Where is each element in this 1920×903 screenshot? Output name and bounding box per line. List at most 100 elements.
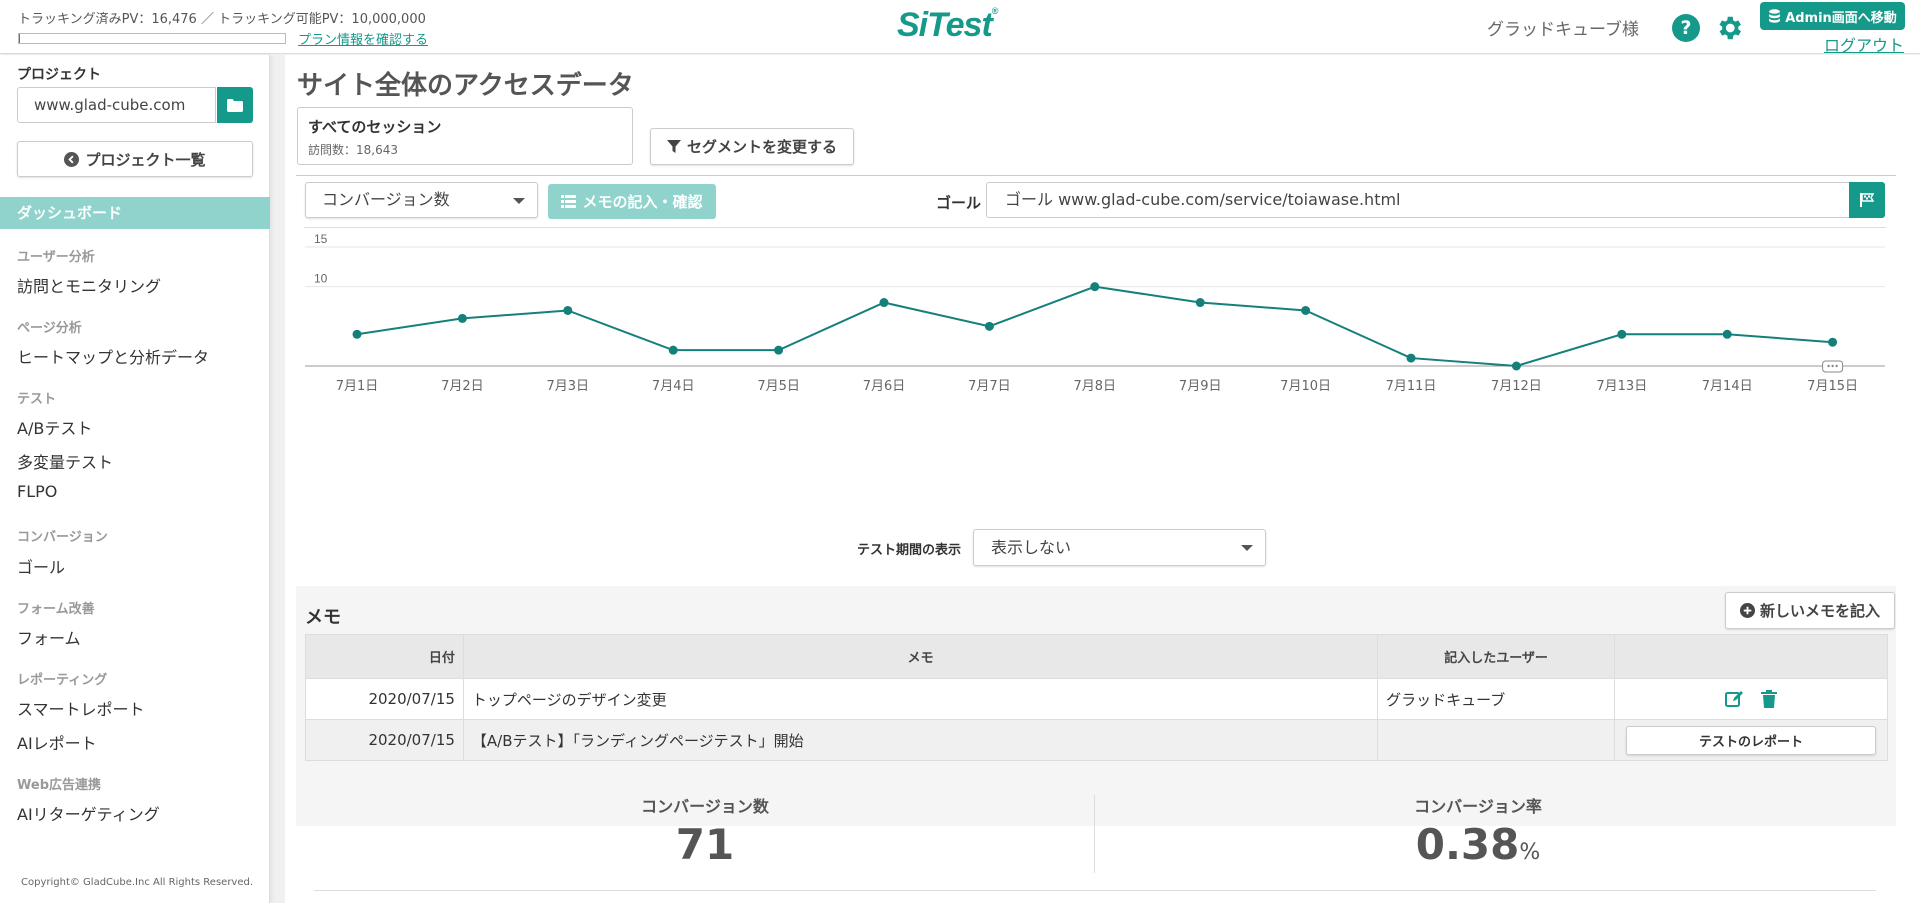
memo-date: 2020/07/15: [305, 678, 464, 720]
x-tick-label: 7月7日: [968, 379, 1011, 394]
table-row: 2020/07/15 トップページのデザイン変更 グラッドキューブ: [305, 678, 1888, 720]
folder-button[interactable]: [217, 87, 253, 123]
y-tick-label: 10: [314, 272, 328, 286]
admin-screen-button[interactable]: Admin画面へ移動: [1760, 2, 1905, 30]
x-tick-label: 7月3日: [547, 379, 590, 394]
copyright: Copyright© GladCube.Inc All Rights Reser…: [21, 877, 254, 888]
project-label: プロジェクト: [17, 67, 101, 83]
change-segment-label: セグメントを変更する: [686, 138, 837, 156]
logout-link[interactable]: ログアウト: [1824, 32, 1904, 56]
top-header: トラッキング済みPV：16,476 ／ トラッキング可能PV：10,000,00…: [0, 0, 1920, 56]
page-title: サイト全体のアクセスデータ: [297, 71, 634, 101]
pv-status: トラッキング済みPV：16,476 ／ トラッキング可能PV：10,000,00…: [18, 12, 426, 27]
x-tick-label: 7月11日: [1386, 379, 1437, 394]
segment-title: すべてのセッション: [308, 118, 442, 136]
nav-dashboard[interactable]: ダッシュボード: [0, 197, 270, 229]
data-point: [563, 305, 573, 315]
nav-smart-report[interactable]: スマートレポート: [17, 696, 145, 720]
col-memo: メモ: [462, 634, 1379, 679]
plus-circle-icon: [1739, 603, 1755, 618]
data-point: [1828, 337, 1838, 347]
x-tick-label: 7月2日: [441, 379, 484, 394]
x-tick-label: 7月10日: [1280, 379, 1331, 394]
x-tick-label: 7月15日: [1807, 379, 1858, 394]
x-tick-label: 7月8日: [1074, 379, 1117, 394]
logo-text: SiTest: [897, 6, 993, 44]
stats-divider: [1094, 795, 1095, 873]
nav-form[interactable]: フォーム: [17, 625, 81, 649]
flag-icon: [1860, 193, 1875, 207]
list-icon: [561, 195, 577, 208]
segment-box: すべてのセッション 訪問数：18,643: [297, 107, 633, 165]
user-name: グラッドキューブ様: [1487, 20, 1639, 40]
period-select[interactable]: 表示しない: [973, 529, 1266, 566]
memo-date: 2020/07/15: [305, 719, 464, 761]
divider: [296, 175, 1896, 176]
memo-button[interactable]: メモの記入・確認: [548, 184, 716, 219]
y-tick-label: 15: [314, 232, 328, 246]
nav-goal[interactable]: ゴール: [17, 554, 65, 578]
sitest-logo[interactable]: SiTest®: [897, 6, 999, 45]
memo-user: グラッドキューブ: [1377, 678, 1615, 720]
nav-ab-test[interactable]: A/Bテスト: [17, 415, 92, 439]
data-point: [1511, 361, 1521, 371]
col-date: 日付: [305, 634, 464, 679]
memo-actions: テストのレポート: [1614, 719, 1888, 761]
conversions-label: コンバージョン数: [641, 797, 769, 816]
data-point: [1090, 282, 1100, 292]
conversion-rate-label: コンバージョン率: [1414, 797, 1542, 816]
database-icon: [1769, 9, 1781, 23]
goal-input[interactable]: ゴール www.glad-cube.com/service/toiawase.h…: [986, 182, 1850, 218]
memo-actions: [1614, 678, 1888, 720]
registered-mark: ®: [991, 6, 999, 16]
nav-section-test: テスト: [17, 392, 57, 407]
project-input[interactable]: www.glad-cube.com: [17, 87, 216, 123]
nav-heatmap[interactable]: ヒートマップと分析データ: [17, 344, 209, 368]
nav-ai-report[interactable]: AIレポート: [17, 730, 97, 754]
x-tick-label: 7月5日: [757, 379, 800, 394]
folder-icon: [227, 98, 243, 112]
table-row: 2020/07/15 【A/Bテスト】「ランディングページテスト」開始 テストの…: [305, 719, 1888, 761]
data-point: [1617, 329, 1627, 339]
period-label: テスト期間の表示: [857, 543, 962, 558]
arrow-left-circle-icon: [64, 151, 80, 167]
metric-select-value: コンバージョン数: [322, 190, 450, 209]
conversion-line-chart: 10 15 7月1日 7月2日 7月3日 7月4日 7月5日 7月6日 7月7日 7月8日 7月9日…: [305, 232, 1885, 394]
data-point: [352, 329, 362, 339]
nav-section-reporting: レポーティング: [17, 673, 108, 688]
goal-flag-button[interactable]: [1849, 182, 1885, 218]
metric-select[interactable]: コンバージョン数: [305, 182, 538, 218]
memo-marker-dot: [1831, 364, 1834, 368]
x-tick-label: 7月6日: [863, 379, 906, 394]
nav-ai-retargeting[interactable]: AIリターゲティング: [17, 801, 160, 825]
nav-visits-monitoring[interactable]: 訪問とモニタリング: [17, 273, 161, 297]
conversion-rate-unit: %: [1519, 840, 1541, 865]
nav-multivariate-test[interactable]: 多変量テスト: [17, 449, 113, 473]
chevron-down-icon: [513, 198, 525, 204]
test-report-button[interactable]: テストのレポート: [1626, 725, 1876, 755]
nav-section-web-ads: Web広告連携: [17, 778, 101, 793]
memo-marker-dot: [1827, 364, 1830, 368]
memo-table-header: 日付 メモ 記入したユーザー: [305, 634, 1888, 679]
admin-button-label: Admin画面へ移動: [1785, 10, 1897, 26]
data-point: [668, 345, 678, 355]
new-memo-label: 新しいメモを記入: [1759, 602, 1880, 620]
help-icon[interactable]: ?: [1672, 14, 1700, 42]
data-point: [879, 298, 889, 308]
change-segment-button[interactable]: セグメントを変更する: [650, 128, 854, 165]
data-point: [984, 321, 994, 331]
sidebar: プロジェクト www.glad-cube.com プロジェクト一覧 ダッシュボー…: [0, 55, 270, 903]
trash-icon[interactable]: [1761, 690, 1777, 708]
project-list-button[interactable]: プロジェクト一覧: [17, 141, 253, 177]
new-memo-button[interactable]: 新しいメモを記入: [1725, 592, 1895, 629]
plan-info-link[interactable]: プラン情報を確認する: [298, 29, 428, 48]
edit-icon[interactable]: [1725, 690, 1745, 708]
gear-icon[interactable]: [1714, 13, 1744, 43]
data-point: [1195, 298, 1205, 308]
nav-flpo[interactable]: FLPO: [17, 482, 57, 501]
project-list-label: プロジェクト一覧: [85, 150, 206, 169]
memo-marker-dot: [1835, 364, 1838, 368]
conversion-rate: 0.38%: [1328, 820, 1628, 869]
memo-button-label: メモの記入・確認: [582, 193, 703, 211]
segment-visits: 訪問数：18,643: [308, 143, 398, 157]
